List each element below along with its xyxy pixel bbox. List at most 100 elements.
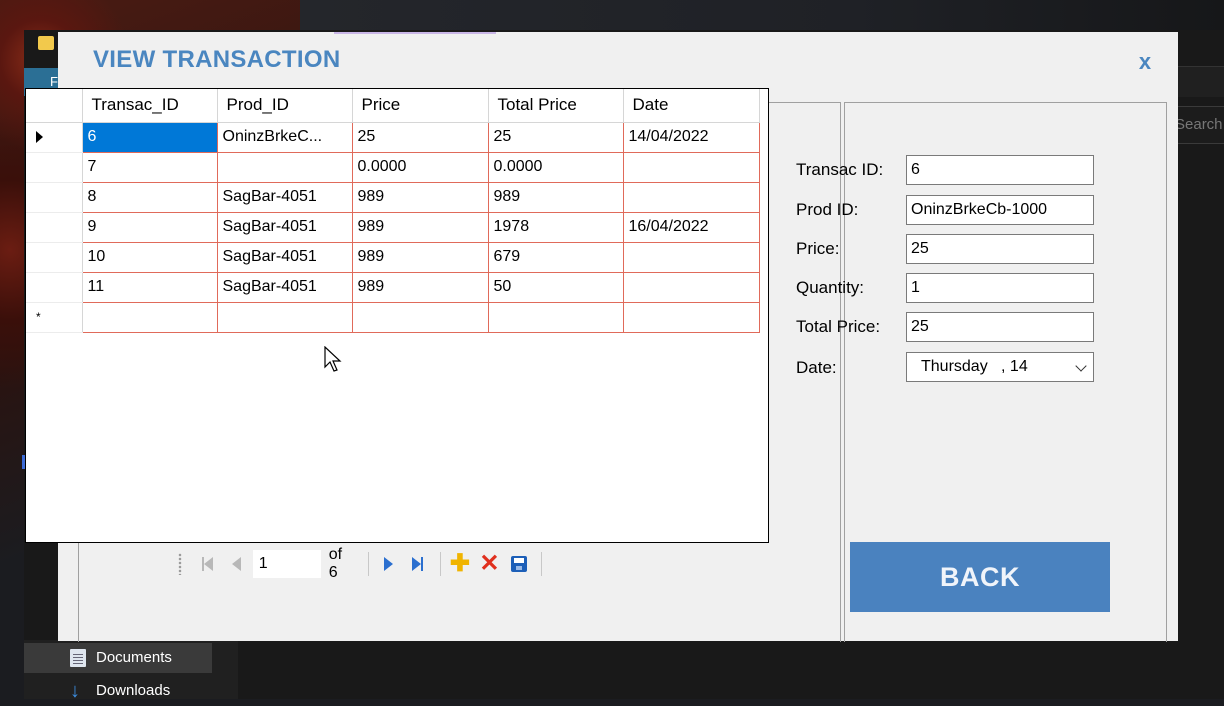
table-row[interactable]: 6 OninzBrkeC... 25 25 14/04/2022	[26, 121, 760, 153]
move-last-button[interactable]	[404, 550, 430, 578]
table-cell[interactable]: 989	[351, 271, 489, 303]
add-new-button[interactable]: ✚	[447, 550, 473, 578]
table-cell[interactable]	[622, 151, 760, 183]
table-cell[interactable]: 0.0000	[487, 151, 624, 183]
column-header-transac-id[interactable]: Transac_ID	[82, 89, 218, 123]
table-cell[interactable]: SagBar-4051	[216, 271, 353, 303]
transaction-grid[interactable]: Transac_ID Prod_ID Price Total Price Dat…	[25, 88, 769, 543]
table-row[interactable]: 9 SagBar-4051 989 1978 16/04/2022	[26, 211, 760, 243]
column-header-total-price[interactable]: Total Price	[488, 89, 624, 123]
table-cell[interactable]: 9	[81, 211, 218, 243]
row-header[interactable]	[26, 242, 83, 273]
table-cell[interactable]: 11	[81, 271, 218, 303]
desktop-topbar	[300, 0, 1224, 30]
total-price-label: Total Price:	[796, 317, 881, 336]
column-header-date[interactable]: Date	[623, 89, 760, 123]
table-cell[interactable]	[622, 301, 760, 333]
nav-item-documents[interactable]: Documents	[24, 643, 212, 673]
row-header[interactable]	[26, 152, 83, 183]
table-cell[interactable]: SagBar-4051	[216, 181, 353, 213]
transac-id-label: Transac ID:	[796, 160, 884, 179]
table-cell[interactable]	[81, 301, 218, 333]
move-last-icon	[412, 557, 422, 571]
price-field[interactable]	[906, 234, 1094, 264]
move-next-button[interactable]	[375, 550, 401, 578]
new-row-marker: *	[36, 310, 41, 324]
toolbar-separator	[367, 552, 369, 576]
nav-item-label: Downloads	[96, 682, 171, 699]
table-row[interactable]: 8 SagBar-4051 989 989	[26, 181, 760, 213]
table-cell[interactable]	[351, 301, 489, 333]
toolbar-grip[interactable]	[178, 553, 182, 575]
table-cell[interactable]	[622, 181, 760, 213]
move-first-button[interactable]	[194, 550, 220, 578]
folder-icon	[38, 36, 54, 50]
save-button[interactable]	[506, 550, 532, 578]
table-cell[interactable]: 989	[487, 181, 624, 213]
count-label: of 6	[328, 546, 343, 581]
quantity-field[interactable]	[906, 273, 1094, 303]
table-cell[interactable]: SagBar-4051	[216, 241, 353, 273]
table-cell[interactable]: 989	[351, 211, 489, 243]
table-cell[interactable]	[487, 301, 624, 333]
prod-id-label: Prod ID:	[796, 200, 859, 219]
table-cell[interactable]	[216, 301, 353, 333]
row-header[interactable]	[26, 212, 83, 243]
chevron-down-icon[interactable]	[1075, 360, 1087, 372]
table-cell[interactable]: 16/04/2022	[622, 211, 760, 243]
total-price-field[interactable]	[906, 312, 1094, 342]
row-header-current[interactable]	[26, 122, 83, 153]
table-cell[interactable]	[622, 241, 760, 273]
date-picker-value: Thursday , 14	[921, 358, 1028, 375]
table-cell[interactable]: 14/04/2022	[622, 121, 760, 153]
dialog-title: VIEW TRANSACTION	[93, 46, 341, 73]
column-header-price[interactable]: Price	[352, 89, 489, 123]
table-cell[interactable]: 0.0000	[351, 151, 489, 183]
nav-item-downloads[interactable]: ↓ Downloads	[24, 676, 212, 706]
date-label: Date:	[796, 358, 837, 377]
table-cell[interactable]: 6	[81, 121, 218, 153]
row-header-corner[interactable]	[26, 89, 83, 123]
prod-id-field[interactable]	[906, 195, 1094, 225]
delete-button[interactable]: ✕	[476, 550, 502, 578]
transac-id-field[interactable]	[906, 155, 1094, 185]
column-header-prod-id[interactable]: Prod_ID	[217, 89, 353, 123]
table-cell[interactable]: 10	[81, 241, 218, 273]
table-cell[interactable]: 989	[351, 181, 489, 213]
header-row: Transac_ID Prod_ID Price Total Price Dat…	[26, 89, 760, 123]
table-cell[interactable]: 25	[487, 121, 624, 153]
table-cell[interactable]: 989	[351, 241, 489, 273]
move-previous-button[interactable]	[223, 550, 249, 578]
new-row-header[interactable]: *	[26, 302, 83, 333]
row-header[interactable]	[26, 272, 83, 303]
table-cell[interactable]: 679	[487, 241, 624, 273]
table-cell[interactable]: 50	[487, 271, 624, 303]
close-button[interactable]: x	[1130, 48, 1160, 78]
position-input[interactable]	[252, 550, 321, 578]
table-cell[interactable]: 1978	[487, 211, 624, 243]
date-picker[interactable]: Thursday , 14	[906, 352, 1094, 382]
table-cell[interactable]: 8	[81, 181, 218, 213]
move-first-icon	[203, 557, 213, 571]
back-button[interactable]: BACK	[850, 542, 1110, 612]
toolbar-separator	[541, 552, 542, 576]
price-label: Price:	[796, 239, 840, 258]
new-row[interactable]: *	[26, 301, 760, 333]
save-icon	[510, 556, 527, 572]
table-row[interactable]: 7 0.0000 0.0000	[26, 151, 760, 183]
address-bar[interactable]	[1178, 66, 1224, 97]
table-cell[interactable]: OninzBrkeC...	[216, 121, 353, 153]
table-cell[interactable]: SagBar-4051	[216, 211, 353, 243]
table-cell[interactable]: 25	[351, 121, 489, 153]
nav-item-label: Documents	[96, 649, 172, 666]
table-cell[interactable]	[216, 151, 353, 183]
plus-icon: ✚	[449, 550, 470, 577]
table-cell[interactable]	[622, 271, 760, 303]
mouse-cursor-icon	[324, 346, 342, 372]
table-row[interactable]: 11 SagBar-4051 989 50	[26, 271, 760, 303]
table-cell[interactable]: 7	[81, 151, 218, 183]
table-row[interactable]: 10 SagBar-4051 989 679	[26, 241, 760, 273]
move-last-icon-bar	[421, 557, 424, 571]
current-row-arrow-icon	[36, 131, 43, 143]
row-header[interactable]	[26, 182, 83, 213]
